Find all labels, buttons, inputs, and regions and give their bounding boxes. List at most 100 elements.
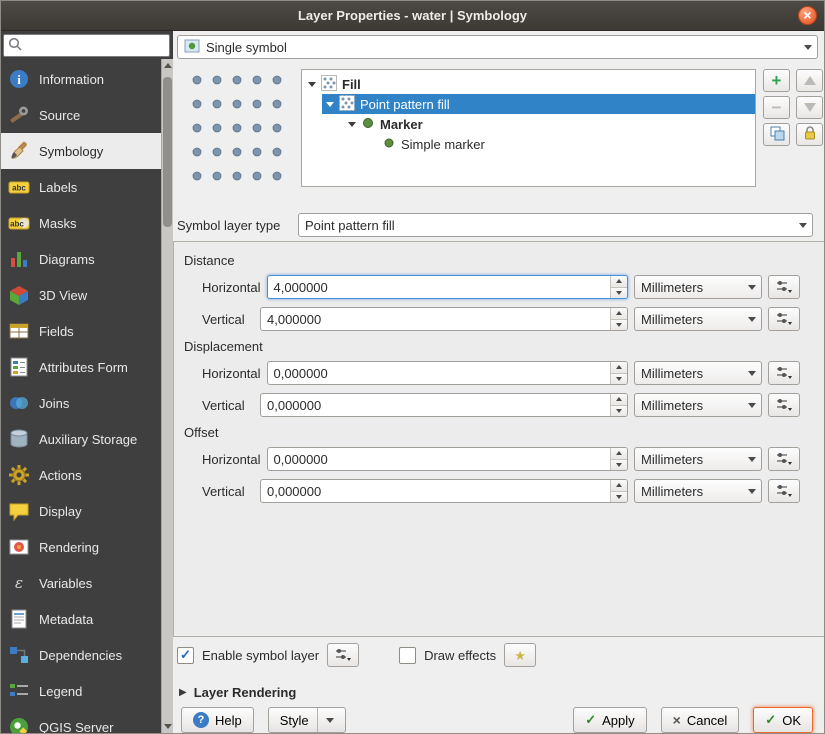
spin-up-button[interactable] bbox=[611, 480, 627, 492]
spin-down-button[interactable] bbox=[611, 406, 627, 417]
style-button[interactable]: Style bbox=[268, 707, 346, 733]
tree-item-fill[interactable]: Fill bbox=[302, 74, 755, 94]
unit-combo-value: Millimeters bbox=[641, 484, 703, 499]
data-defined-override-button[interactable] bbox=[768, 361, 800, 385]
sidebar-item-display[interactable]: Display bbox=[1, 493, 161, 529]
layer-rendering-section-header[interactable]: ▶ Layer Rendering bbox=[179, 685, 296, 700]
close-button[interactable]: × bbox=[798, 6, 817, 25]
customize-effects-button[interactable]: ★ bbox=[504, 643, 536, 667]
offset-horizontal-spinbox[interactable]: 0,000000 bbox=[267, 447, 628, 471]
enable-layer-data-defined-button[interactable] bbox=[327, 643, 359, 667]
sidebar-item-metadata[interactable]: Metadata bbox=[1, 601, 161, 637]
distance-vertical-row: Vertical 4,000000 Millimeters bbox=[182, 307, 800, 331]
spin-up-button[interactable] bbox=[611, 394, 627, 406]
spinner-buttons bbox=[610, 276, 627, 298]
enable-symbol-layer-checkbox[interactable]: ✓ bbox=[177, 647, 194, 664]
sidebar-item-diagrams[interactable]: Diagrams bbox=[1, 241, 161, 277]
data-defined-override-button[interactable] bbox=[768, 447, 800, 471]
sidebar-item-attributes-form[interactable]: Attributes Form bbox=[1, 349, 161, 385]
sidebar-item-auxiliary-storage[interactable]: Auxiliary Storage bbox=[1, 421, 161, 457]
scrollbar-down-arrow-icon[interactable] bbox=[164, 724, 172, 729]
offset-vertical-spinbox[interactable]: 0,000000 bbox=[260, 479, 628, 503]
sidebar-item-legend[interactable]: Legend bbox=[1, 673, 161, 709]
add-symbol-layer-button[interactable]: + bbox=[763, 69, 790, 92]
ok-button[interactable]: ✓ OK bbox=[753, 707, 813, 733]
tree-item-point-pattern-fill[interactable]: Point pattern fill bbox=[322, 94, 755, 114]
spin-down-button[interactable] bbox=[611, 374, 627, 385]
sidebar-item-source[interactable]: Source bbox=[1, 97, 161, 133]
sidebar-item-label: 3D View bbox=[39, 288, 87, 303]
duplicate-layer-button[interactable] bbox=[763, 123, 790, 146]
svg-text:i: i bbox=[17, 72, 21, 87]
sidebar-item-dependencies[interactable]: Dependencies bbox=[1, 637, 161, 673]
scrollbar-thumb[interactable] bbox=[163, 77, 172, 227]
data-defined-override-button[interactable] bbox=[768, 307, 800, 331]
sidebar-item-symbology[interactable]: Symbology bbox=[1, 133, 161, 169]
data-defined-icon bbox=[775, 450, 793, 469]
displacement-horizontal-spinbox[interactable]: 0,000000 bbox=[267, 361, 628, 385]
spin-down-button[interactable] bbox=[611, 288, 627, 299]
distance-horizontal-unit-combo[interactable]: Millimeters bbox=[634, 275, 762, 299]
sidebar-item-label: Joins bbox=[39, 396, 69, 411]
search-input[interactable] bbox=[26, 38, 165, 53]
renderer-combo[interactable]: Single symbol bbox=[177, 35, 818, 59]
tree-item-simple-marker[interactable]: Simple marker bbox=[302, 134, 755, 154]
move-layer-down-button[interactable] bbox=[796, 96, 823, 119]
displacement-vertical-unit-combo[interactable]: Millimeters bbox=[634, 393, 762, 417]
sidebar-item-fields[interactable]: Fields bbox=[1, 313, 161, 349]
unit-combo-value: Millimeters bbox=[641, 398, 703, 413]
spin-down-button[interactable] bbox=[611, 460, 627, 471]
sidebar-item-label: Masks bbox=[39, 216, 77, 231]
expander-down-icon[interactable] bbox=[326, 102, 334, 107]
sidebar-item-rendering[interactable]: Rendering bbox=[1, 529, 161, 565]
sidebar-item-variables[interactable]: ε Variables bbox=[1, 565, 161, 601]
sidebar-item-joins[interactable]: Joins bbox=[1, 385, 161, 421]
spin-up-button[interactable] bbox=[611, 276, 627, 288]
sidebar-item-information[interactable]: i Information bbox=[1, 61, 161, 97]
offset-horizontal-unit-combo[interactable]: Millimeters bbox=[634, 447, 762, 471]
spin-up-button[interactable] bbox=[611, 362, 627, 374]
data-defined-override-button[interactable] bbox=[768, 393, 800, 417]
sidebar-item-qgis-server[interactable]: QGIS Server bbox=[1, 709, 161, 733]
spin-down-button[interactable] bbox=[611, 320, 627, 331]
remove-symbol-layer-button[interactable]: − bbox=[763, 96, 790, 119]
move-layer-up-button[interactable] bbox=[796, 69, 823, 92]
data-defined-override-button[interactable] bbox=[768, 479, 800, 503]
sidebar-item-label: Auxiliary Storage bbox=[39, 432, 137, 447]
spin-up-button[interactable] bbox=[611, 308, 627, 320]
apply-button[interactable]: ✓ Apply bbox=[573, 707, 646, 733]
scrollbar-up-arrow-icon[interactable] bbox=[164, 63, 172, 68]
expander-down-icon[interactable] bbox=[348, 122, 356, 127]
distance-horizontal-spinbox[interactable]: 4,000000 bbox=[267, 275, 628, 299]
sidebar-search[interactable] bbox=[3, 34, 170, 57]
apply-button-label: Apply bbox=[602, 713, 635, 728]
sidebar-item-masks[interactable]: abc Masks bbox=[1, 205, 161, 241]
spin-down-button[interactable] bbox=[611, 492, 627, 503]
symbol-preview bbox=[173, 67, 301, 189]
symbol-layer-type-combo[interactable]: Point pattern fill bbox=[298, 213, 813, 237]
lock-icon bbox=[802, 125, 818, 144]
offset-vertical-unit-combo[interactable]: Millimeters bbox=[634, 479, 762, 503]
chevron-down-icon bbox=[317, 708, 334, 732]
distance-vertical-spinbox[interactable]: 4,000000 bbox=[260, 307, 628, 331]
distance-vertical-unit-combo[interactable]: Millimeters bbox=[634, 307, 762, 331]
tree-item-marker[interactable]: Marker bbox=[302, 114, 755, 134]
sidebar-item-labels[interactable]: abc Labels bbox=[1, 169, 161, 205]
lock-color-button[interactable] bbox=[796, 123, 823, 146]
point-pattern-preview bbox=[189, 72, 285, 184]
displacement-vertical-spinbox[interactable]: 0,000000 bbox=[260, 393, 628, 417]
cancel-button-label: Cancel bbox=[687, 713, 727, 728]
expander-down-icon[interactable] bbox=[308, 82, 316, 87]
masks-icon: abc bbox=[8, 212, 30, 234]
display-icon bbox=[8, 500, 30, 522]
draw-effects-checkbox[interactable] bbox=[399, 647, 416, 664]
sidebar-item-3d-view[interactable]: 3D View bbox=[1, 277, 161, 313]
help-button[interactable]: ? Help bbox=[181, 707, 254, 733]
spin-up-button[interactable] bbox=[611, 448, 627, 460]
sidebar-item-actions[interactable]: Actions bbox=[1, 457, 161, 493]
help-icon: ? bbox=[193, 712, 209, 728]
data-defined-override-button[interactable] bbox=[768, 275, 800, 299]
cancel-button[interactable]: × Cancel bbox=[661, 707, 740, 733]
displacement-horizontal-unit-combo[interactable]: Millimeters bbox=[634, 361, 762, 385]
sidebar-scrollbar[interactable] bbox=[161, 59, 173, 733]
